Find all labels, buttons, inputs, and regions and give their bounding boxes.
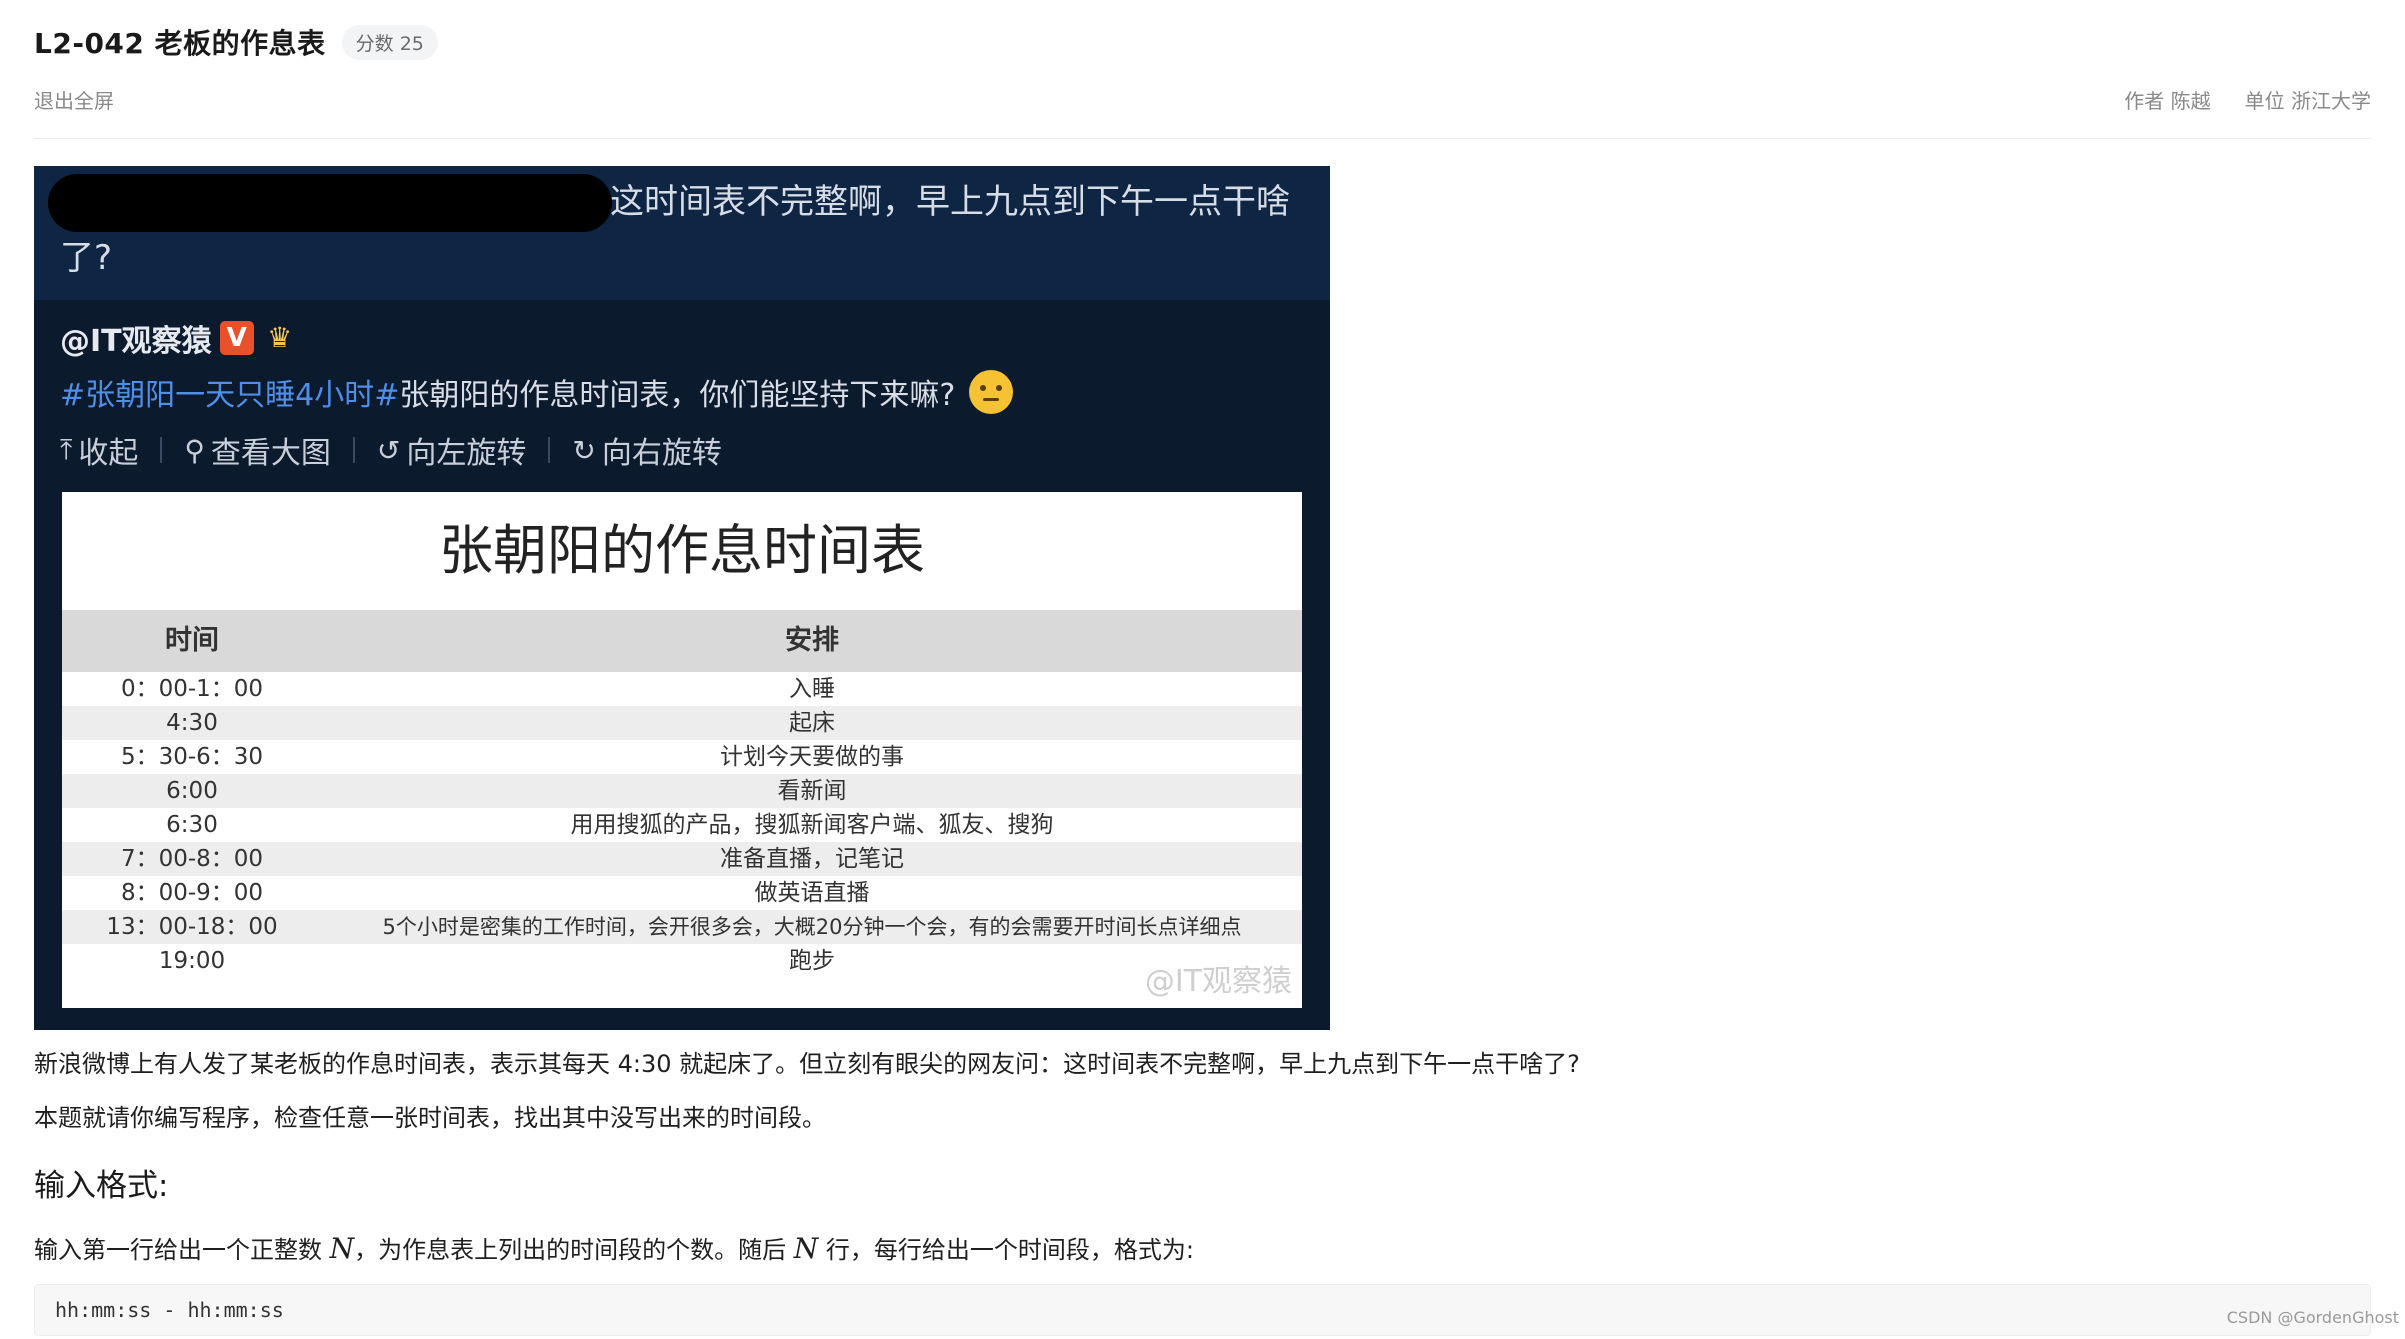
rotate-right-icon: ↻ [572,433,596,467]
schedule-plan-cell: 起床 [789,710,835,736]
exit-fullscreen-link[interactable]: 退出全屏 [34,85,114,114]
schedule-time-cell: 13：00-18：00 [106,914,278,940]
weibo-watermark: @IT观察猿 [1144,964,1292,999]
math-var-n: N [329,1232,355,1265]
header-plan: 安排 [785,625,839,656]
csdn-watermark: CSDN @GordenGhost [2226,1308,2399,1327]
problem-title: L2-042 老板的作息表 [34,27,326,60]
schedule-time-cell: 5：30-6：30 [120,744,264,770]
rotate-left-action: ↺ 向左旋转 [377,428,526,472]
collapse-action: ⤒ 收起 [60,428,138,472]
input-format-heading: 输入格式: [34,1168,169,1204]
schedule-plan-cell: 看新闻 [777,778,847,804]
schedule-row: 8：00-9：00 做英语直播 [62,876,1302,910]
rotate-right-action: ↻ 向右旋转 [572,428,721,472]
schedule-row: 19:00 跑步 [62,944,1302,978]
username: @IT观察猿 [60,324,212,359]
search-icon: ⚲ [184,433,205,467]
score-badge: 分数 25 [341,24,438,60]
schedule-plan-cell: 做英语直播 [754,880,870,906]
schedule-time-cell: 19:00 [158,948,226,974]
collapse-icon: ⤒ [60,433,73,466]
code-text: hh:mm:ss - hh:mm:ss [55,1298,284,1322]
schedule-plan-cell: 5个小时是密集的工作时间，会开很多会，大概20分钟一个会，有的会需要开时间长点详… [382,915,1242,939]
schedule-row: 4:30 起床 [62,706,1302,740]
input-text-a: 输入第一行给出一个正整数 [34,1236,330,1264]
unit-info: 单位 浙江大学 [2244,88,2371,113]
input-text-b: ，为作息表上列出的时间段的个数。随后 [354,1236,794,1264]
input-format-paragraph: 输入第一行给出一个正整数 N，为作息表上列出的时间段的个数。随后 N 行，每行给… [34,1230,1194,1265]
rotate-left-icon: ↺ [376,433,401,467]
schedule-row: 13：00-18：00 5个小时是密集的工作时间，会开很多会，大概20分钟一个会，… [62,910,1302,944]
math-var-n: N [793,1232,819,1265]
post-text: 张朝阳的作息时间表，你们能坚持下来嘛? [399,378,956,413]
meta-info: 作者 陈越 单位 浙江大学 [2124,85,2371,114]
crown-icon: ♛ [267,321,293,354]
view-large-action: ⚲ 查看大图 [184,428,331,472]
rotate-left-label: 向左旋转 [406,436,527,471]
description-paragraph-1: 新浪微博上有人发了某老板的作息时间表，表示其每天 4:30 就起床了。但立刻有眼… [34,1050,1580,1078]
code-block: hh:mm:ss - hh:mm:ss [34,1284,2371,1336]
title-row: L2-042 老板的作息表 分数 25 [34,22,2371,62]
action-separator [160,437,163,463]
weibo-post-text: #张朝阳一天只睡4小时# 张朝阳的作息时间表，你们能坚持下来嘛? [60,370,1014,414]
hashtag-link: #张朝阳一天只睡4小时# [60,378,400,413]
schedule-row: 6:00 看新闻 [62,774,1302,808]
schedule-plan-cell: 计划今天要做的事 [720,744,904,770]
thinking-emoji-icon [969,370,1014,414]
view-large-label: 查看大图 [210,436,331,471]
schedule-time-cell: 4:30 [166,710,218,736]
problem-header: L2-042 老板的作息表 分数 25 退出全屏 作者 陈越 单位 浙江大学 [34,22,2371,114]
collapse-label: 收起 [78,436,139,471]
header-divider [34,138,2371,139]
rotate-right-label: 向右旋转 [601,436,722,471]
quote-banner: 这时间表不完整啊，早上九点到下午一点干啥了? [34,166,1330,300]
schedule-time-cell: 6:30 [166,812,218,838]
image-actions: ⤒ 收起 ⚲ 查看大图 ↺ 向左旋转 ↻ 向右旋转 [60,428,722,472]
verified-icon: V [219,321,254,355]
schedule-rows: 0：00-1：00 入睡 4:30 起床 5：30-6：30 计划今天要做的事 6:00 看新… [62,672,1302,978]
author-info: 作者 陈越 [2124,88,2211,113]
action-separator [548,437,551,463]
weibo-user: @IT观察猿 V ♛ [60,316,298,360]
schedule-time-cell: 6:00 [166,778,218,804]
schedule-time-cell: 8：00-9：00 [120,880,264,906]
meta-row: 退出全屏 作者 陈越 单位 浙江大学 [34,84,2371,114]
description-paragraph-2: 本题就请你编写程序，检查任意一张时间表，找出其中没写出来的时间段。 [34,1104,826,1132]
schedule-title: 张朝阳的作息时间表 [439,519,925,582]
schedule-plan-cell: 用用搜狐的产品，搜狐新闻客户端、狐友、搜狗 [570,812,1054,838]
schedule-header-row: 时间 安排 [62,610,1302,672]
schedule-plan-cell: 准备直播，记笔记 [720,846,904,872]
weibo-screenshot-image: 这时间表不完整啊，早上九点到下午一点干啥了? @IT观察猿 V ♛ #张朝阳一天… [34,166,1330,1030]
schedule-row: 0：00-1：00 入睡 [62,672,1302,706]
action-separator [352,437,355,463]
schedule-table-image: 张朝阳的作息时间表 时间 安排 0：00-1：00 入睡 4:30 起床 5：30-6：… [62,492,1302,1008]
input-text-c: 行，每行给出一个时间段，格式为: [818,1236,1194,1264]
schedule-row: 7：00-8：00 准备直播，记笔记 [62,842,1302,876]
schedule-row: 6:30 用用搜狐的产品，搜狐新闻客户端、狐友、搜狗 [62,808,1302,842]
schedule-row: 5：30-6：30 计划今天要做的事 [62,740,1302,774]
schedule-plan-cell: 入睡 [789,676,835,702]
header-time: 时间 [165,625,219,656]
schedule-time-cell: 7：00-8：00 [120,846,264,872]
redaction-mark [48,174,612,232]
schedule-time-cell: 0：00-1：00 [120,676,264,702]
